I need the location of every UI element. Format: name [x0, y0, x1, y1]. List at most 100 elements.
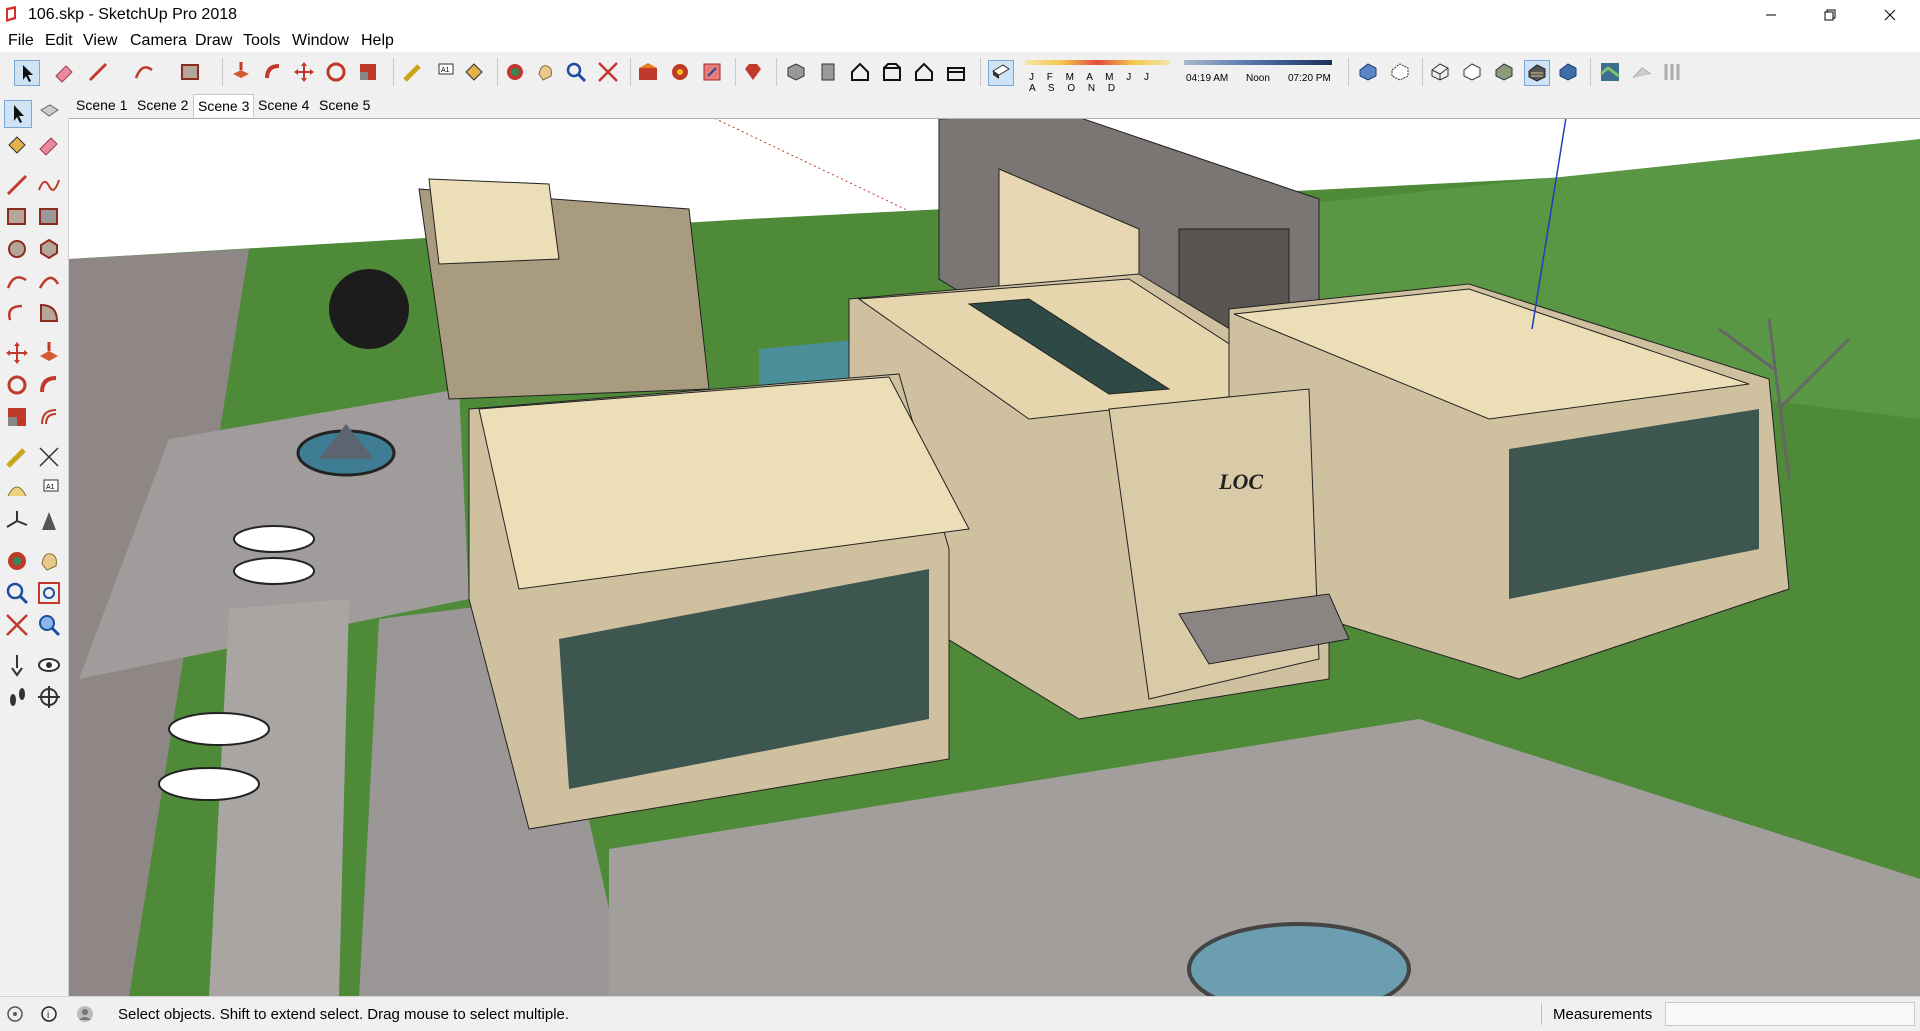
- menu-window[interactable]: Window: [292, 32, 349, 50]
- menu-tools[interactable]: Tools: [243, 32, 280, 50]
- tab-scene-3[interactable]: Scene 3: [193, 94, 255, 117]
- photo-texture-icon[interactable]: [1660, 60, 1684, 84]
- push-pull-icon[interactable]: [36, 340, 62, 366]
- rotate-icon[interactable]: [324, 60, 348, 84]
- make-component-icon[interactable]: [36, 100, 62, 126]
- move-icon[interactable]: [4, 340, 30, 366]
- status-bar: i Select objects. Shift to extend select…: [0, 996, 1920, 1031]
- close-button[interactable]: [1860, 0, 1920, 30]
- xray-icon[interactable]: [1356, 60, 1380, 84]
- toolbar-separator: [1590, 58, 1591, 86]
- menu-draw[interactable]: Draw: [195, 32, 232, 50]
- zoom-extents-icon[interactable]: [4, 612, 30, 638]
- tab-scene-5[interactable]: Scene 5: [315, 94, 374, 116]
- pan-icon[interactable]: [533, 60, 557, 84]
- eraser-icon[interactable]: [52, 60, 76, 84]
- measurements-input[interactable]: [1665, 1002, 1915, 1026]
- menu-view[interactable]: View: [83, 32, 117, 50]
- tape-measure-icon[interactable]: [401, 60, 425, 84]
- text-icon[interactable]: A1: [432, 60, 456, 84]
- polygon-icon[interactable]: [36, 236, 62, 262]
- top-view-icon[interactable]: [816, 60, 840, 84]
- scale-icon[interactable]: [4, 404, 30, 430]
- circle-icon[interactable]: [4, 236, 30, 262]
- zoom-icon[interactable]: [4, 580, 30, 606]
- arc-icon[interactable]: [4, 268, 30, 294]
- front-view-icon[interactable]: [848, 60, 872, 84]
- main-toolbar: A1 J F M A M J J A S O N D 04:19 AM Noon…: [0, 52, 1920, 94]
- add-location-icon[interactable]: [1598, 60, 1622, 84]
- menu-help[interactable]: Help: [361, 32, 394, 50]
- minimize-button[interactable]: [1741, 0, 1801, 30]
- shadow-date-slider[interactable]: J F M A M J J A S O N D: [1025, 60, 1170, 94]
- shadows-icon[interactable]: [988, 60, 1014, 86]
- warehouse-icon[interactable]: [636, 60, 660, 84]
- dimension-icon[interactable]: [36, 444, 62, 470]
- show-terrain-icon[interactable]: [1630, 60, 1654, 84]
- left-view-icon[interactable]: [944, 60, 968, 84]
- select-icon[interactable]: [4, 100, 32, 128]
- rotated-rectangle-icon[interactable]: [36, 204, 62, 230]
- send-to-layout-icon[interactable]: [700, 60, 724, 84]
- pie-icon[interactable]: [36, 300, 62, 326]
- shaded-texture-icon[interactable]: [1524, 60, 1550, 86]
- monochrome-icon[interactable]: [1556, 60, 1580, 84]
- tape-measure-icon[interactable]: [4, 444, 30, 470]
- position-camera-icon[interactable]: [4, 652, 30, 678]
- tab-scene-2[interactable]: Scene 2: [133, 94, 192, 116]
- section-plane-icon[interactable]: [36, 684, 62, 710]
- maximize-button[interactable]: [1800, 0, 1860, 30]
- zoom-extents-icon[interactable]: [596, 60, 620, 84]
- pan-icon[interactable]: [36, 548, 62, 574]
- two-point-arc-icon[interactable]: [36, 268, 62, 294]
- walk-icon[interactable]: [4, 684, 30, 710]
- previous-view-icon[interactable]: [36, 612, 62, 638]
- rotate-icon[interactable]: [4, 372, 30, 398]
- scale-icon[interactable]: [356, 60, 380, 84]
- shaded-icon[interactable]: [1492, 60, 1516, 84]
- credits-icon[interactable]: i: [40, 1005, 58, 1023]
- tab-scene-1[interactable]: Scene 1: [72, 94, 131, 116]
- look-around-icon[interactable]: [36, 652, 62, 678]
- wireframe-icon[interactable]: [1428, 60, 1452, 84]
- select-icon[interactable]: [14, 60, 40, 86]
- freehand-icon[interactable]: [36, 172, 62, 198]
- line-icon[interactable]: [4, 172, 30, 198]
- orbit-icon[interactable]: [4, 548, 30, 574]
- orbit-icon[interactable]: [503, 60, 527, 84]
- zoom-window-icon[interactable]: [36, 580, 62, 606]
- rectangle-icon[interactable]: [178, 60, 202, 84]
- paint-bucket-icon[interactable]: [462, 60, 486, 84]
- hidden-line-icon[interactable]: [1460, 60, 1484, 84]
- sign-in-icon[interactable]: [76, 1005, 94, 1023]
- protractor-icon[interactable]: [4, 476, 30, 502]
- move-icon[interactable]: [292, 60, 316, 84]
- 3d-text-icon[interactable]: [36, 508, 62, 534]
- axes-icon[interactable]: [4, 508, 30, 534]
- back-edges-icon[interactable]: [1388, 60, 1412, 84]
- tab-scene-4[interactable]: Scene 4: [254, 94, 313, 116]
- paint-bucket-icon[interactable]: [4, 132, 30, 158]
- zoom-icon[interactable]: [564, 60, 588, 84]
- ruby-icon[interactable]: [741, 60, 765, 84]
- line-icon[interactable]: [86, 60, 110, 84]
- text-icon[interactable]: A1: [36, 476, 62, 502]
- three-point-arc-icon[interactable]: [4, 300, 30, 326]
- rectangle-icon[interactable]: [4, 204, 30, 230]
- push-pull-icon[interactable]: [229, 60, 253, 84]
- right-view-icon[interactable]: [880, 60, 904, 84]
- iso-view-icon[interactable]: [784, 60, 808, 84]
- menu-file[interactable]: File: [8, 32, 34, 50]
- menu-edit[interactable]: Edit: [45, 32, 73, 50]
- follow-me-icon[interactable]: [36, 372, 62, 398]
- back-view-icon[interactable]: [912, 60, 936, 84]
- geo-location-icon[interactable]: [6, 1005, 24, 1023]
- offset-icon[interactable]: [36, 404, 62, 430]
- extension-warehouse-icon[interactable]: [668, 60, 692, 84]
- model-viewport[interactable]: LOC: [69, 118, 1920, 997]
- eraser-icon[interactable]: [36, 132, 62, 158]
- arc-icon[interactable]: [132, 60, 156, 84]
- shadow-time-slider[interactable]: 04:19 AM Noon 07:20 PM: [1184, 60, 1332, 86]
- menu-camera[interactable]: Camera: [130, 32, 187, 50]
- follow-me-icon[interactable]: [261, 60, 285, 84]
